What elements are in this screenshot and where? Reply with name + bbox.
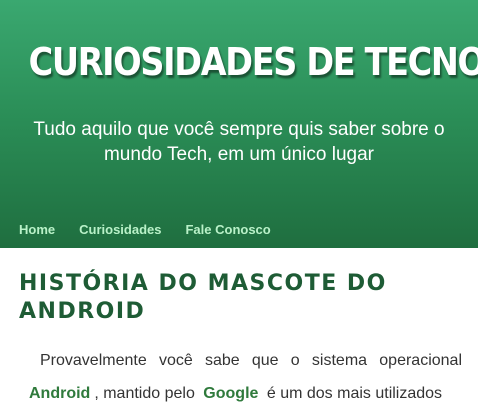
nav-item-curiosidades[interactable]: Curiosidades: [79, 222, 161, 238]
site-tagline: Tudo aquilo que você sempre quis saber s…: [33, 119, 445, 165]
post-body-text-1: Provavelmente você sabe que o sistema op…: [40, 352, 462, 369]
highlight-google: Google: [203, 385, 259, 402]
nav-item-fale-conosco[interactable]: Fale Conosco: [185, 222, 270, 238]
main-content: História do Mascote do Android Provavelm…: [0, 248, 478, 411]
main-nav: Home Curiosidades Fale Conosco: [19, 222, 271, 238]
highlight-android: Android: [29, 385, 91, 402]
post-body-text-3: é um dos mais utilizados: [266, 385, 443, 402]
post-title: História do Mascote do Android: [19, 271, 387, 324]
site-title[interactable]: CURIOSIDADES DE TECNOLOGIA: [29, 38, 478, 86]
post-body: Provavelmente você sabe que o sistema op…: [25, 344, 462, 410]
site-header: CURIOSIDADES DE TECNOLOGIA Tudo aquilo q…: [0, 0, 478, 248]
post-body-text-2: , mantido pelo: [94, 385, 195, 402]
nav-item-home[interactable]: Home: [19, 222, 55, 238]
